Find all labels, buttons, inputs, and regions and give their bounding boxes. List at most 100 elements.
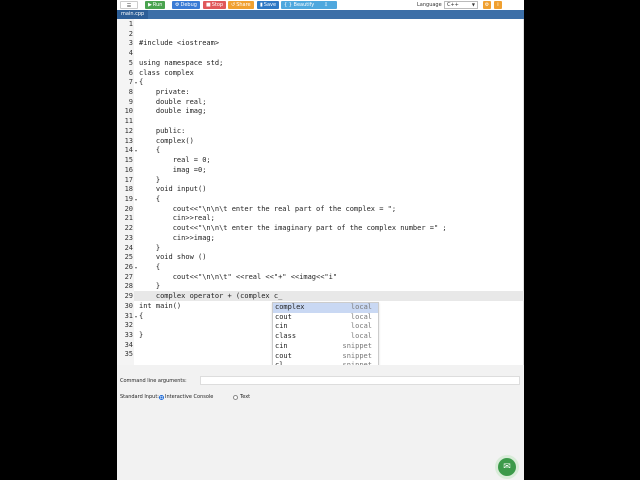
- run-button[interactable]: ▶Run: [145, 1, 166, 9]
- autocomplete-item[interactable]: class local: [273, 332, 378, 342]
- code-line[interactable]: void show (): [139, 253, 207, 263]
- download-icon: ⇩: [323, 2, 329, 8]
- line-number: 20: [124, 204, 133, 213]
- autocomplete-item-name: class: [275, 332, 297, 341]
- line-number-gutter: 1 2 3 4 5 6 7 8 9 10 11 12 13 14 15 16 17 18 19 20 21 22 23 24 2…: [117, 19, 134, 365]
- code-line[interactable]: {: [139, 312, 143, 322]
- code-line[interactable]: {: [139, 146, 160, 156]
- stop-button[interactable]: ■Stop: [203, 1, 227, 9]
- fold-arrow-icon[interactable]: ▾: [135, 148, 137, 153]
- line-number: 8: [128, 88, 133, 97]
- code-line[interactable]: cin>>real;: [139, 214, 215, 224]
- autocomplete-item-type: local: [350, 312, 372, 321]
- code-line[interactable]: real = 0;: [139, 156, 211, 166]
- line-number: 18: [124, 185, 133, 194]
- line-number: 12: [124, 126, 133, 135]
- autocomplete-item-type: local: [350, 332, 372, 341]
- code-line[interactable]: cout<<"\n\n\t" <<real <<"+" <<imag<<"i": [139, 273, 337, 283]
- code-line[interactable]: complex(): [139, 137, 194, 147]
- line-number: 31: [124, 311, 133, 320]
- code-line[interactable]: using namespace std;: [139, 59, 223, 69]
- code-line[interactable]: }: [139, 282, 160, 292]
- code-line[interactable]: cout<<"\n\n\t enter the imaginary part o…: [139, 224, 447, 234]
- online-compiler-app: ☰ ▶Run ⚙Debug ■Stop ↺Share ▮Save { } Bea…: [117, 0, 524, 480]
- autocomplete-item-type: local: [350, 322, 372, 331]
- autocomplete-item[interactable]: cin local: [273, 322, 378, 332]
- text-radio[interactable]: [233, 395, 238, 400]
- autocomplete-item[interactable]: cin snippet: [273, 342, 378, 352]
- text-label: Text: [240, 394, 251, 400]
- line-number: 32: [124, 321, 133, 330]
- line-number: 21: [124, 214, 133, 223]
- save-button[interactable]: ▮Save: [257, 1, 280, 9]
- line-number: 30: [124, 301, 133, 310]
- debug-button[interactable]: ⚙Debug: [172, 1, 200, 9]
- line-number: 11: [124, 117, 133, 126]
- chat-button[interactable]: ✉: [498, 458, 516, 476]
- autocomplete-item-name: cin: [275, 341, 288, 350]
- chat-icon: ✉: [503, 462, 511, 472]
- code-line[interactable]: void input(): [139, 185, 207, 195]
- share-button[interactable]: ↺Share: [228, 1, 254, 9]
- code-line[interactable]: private:: [139, 88, 190, 98]
- fold-arrow-icon[interactable]: ▾: [135, 314, 137, 319]
- stop-icon: ■: [206, 2, 211, 8]
- code-line[interactable]: cin>>imag;: [139, 234, 215, 244]
- line-number: 28: [124, 282, 133, 291]
- settings-button[interactable]: ⚙: [483, 1, 491, 9]
- autocomplete-item[interactable]: cout local: [273, 313, 378, 323]
- code-line[interactable]: }: [139, 176, 160, 186]
- cmd-args-input[interactable]: [200, 376, 520, 385]
- fold-arrow-icon[interactable]: ▾: [135, 197, 137, 202]
- line-number: 29: [124, 292, 133, 301]
- code-line[interactable]: class complex: [139, 69, 194, 79]
- line-number: 27: [124, 272, 133, 281]
- code-line[interactable]: }: [139, 244, 160, 254]
- language-label: Language: [417, 2, 442, 8]
- line-number: 9: [128, 97, 133, 106]
- code-line[interactable]: imag =0;: [139, 166, 207, 176]
- autocomplete-item-name: cout: [275, 312, 292, 321]
- line-number: 25: [124, 253, 133, 262]
- code-line[interactable]: double imag;: [139, 107, 207, 117]
- line-number: 33: [124, 331, 133, 340]
- code-line[interactable]: #include <iostream>: [139, 39, 219, 49]
- info-button[interactable]: i: [494, 1, 502, 9]
- gear-icon: ⚙: [484, 2, 490, 8]
- line-number: 2: [128, 29, 133, 38]
- autocomplete-item[interactable]: complex local: [273, 303, 378, 313]
- code-line[interactable]: {: [139, 78, 143, 88]
- code-line[interactable]: double real;: [139, 98, 207, 108]
- autocomplete-item-name: complex: [275, 303, 305, 311]
- line-number: 16: [124, 165, 133, 174]
- beautify-button[interactable]: { } Beautify: [281, 1, 318, 9]
- code-line[interactable]: {: [139, 195, 160, 205]
- interactive-console-radio[interactable]: [159, 395, 164, 400]
- line-number: 22: [124, 224, 133, 233]
- language-select[interactable]: C++ ▼: [444, 1, 478, 9]
- autocomplete-item[interactable]: cout snippet: [273, 352, 378, 362]
- line-number: 14: [124, 146, 133, 155]
- line-number: 6: [128, 68, 133, 77]
- code-line[interactable]: complex operator + (complex c_: [139, 292, 282, 302]
- code-line[interactable]: }: [139, 331, 143, 341]
- fold-arrow-icon[interactable]: ▾: [135, 80, 137, 85]
- input-panel: Command line arguments: Standard Input: …: [117, 365, 524, 480]
- code-editor[interactable]: 1 2 3 4 5 6 7 8 9 10 11 12 13 14 15 16 17 18 19 20 21 22 23 24 2…: [117, 19, 524, 380]
- fold-arrow-icon[interactable]: ▾: [135, 265, 137, 270]
- line-number: 10: [124, 107, 133, 116]
- cmd-args-label: Command line arguments:: [120, 378, 187, 384]
- hamburger-icon: ☰: [126, 3, 132, 9]
- code-line[interactable]: public:: [139, 127, 186, 137]
- code-line[interactable]: {: [139, 263, 160, 273]
- code-line[interactable]: int main(): [139, 302, 181, 312]
- autocomplete-item-type: snippet: [342, 351, 372, 360]
- download-button[interactable]: ⇩: [315, 1, 337, 9]
- file-tab-main[interactable]: main.cpp: [117, 10, 149, 19]
- interactive-console-label: Interactive Console: [165, 394, 214, 400]
- info-icon: i: [497, 2, 499, 8]
- line-number: 7: [128, 78, 133, 87]
- menu-button[interactable]: ☰: [120, 1, 138, 9]
- code-line[interactable]: cout<<"\n\n\t enter the real part of the…: [139, 205, 396, 215]
- line-number: 26: [124, 263, 133, 271]
